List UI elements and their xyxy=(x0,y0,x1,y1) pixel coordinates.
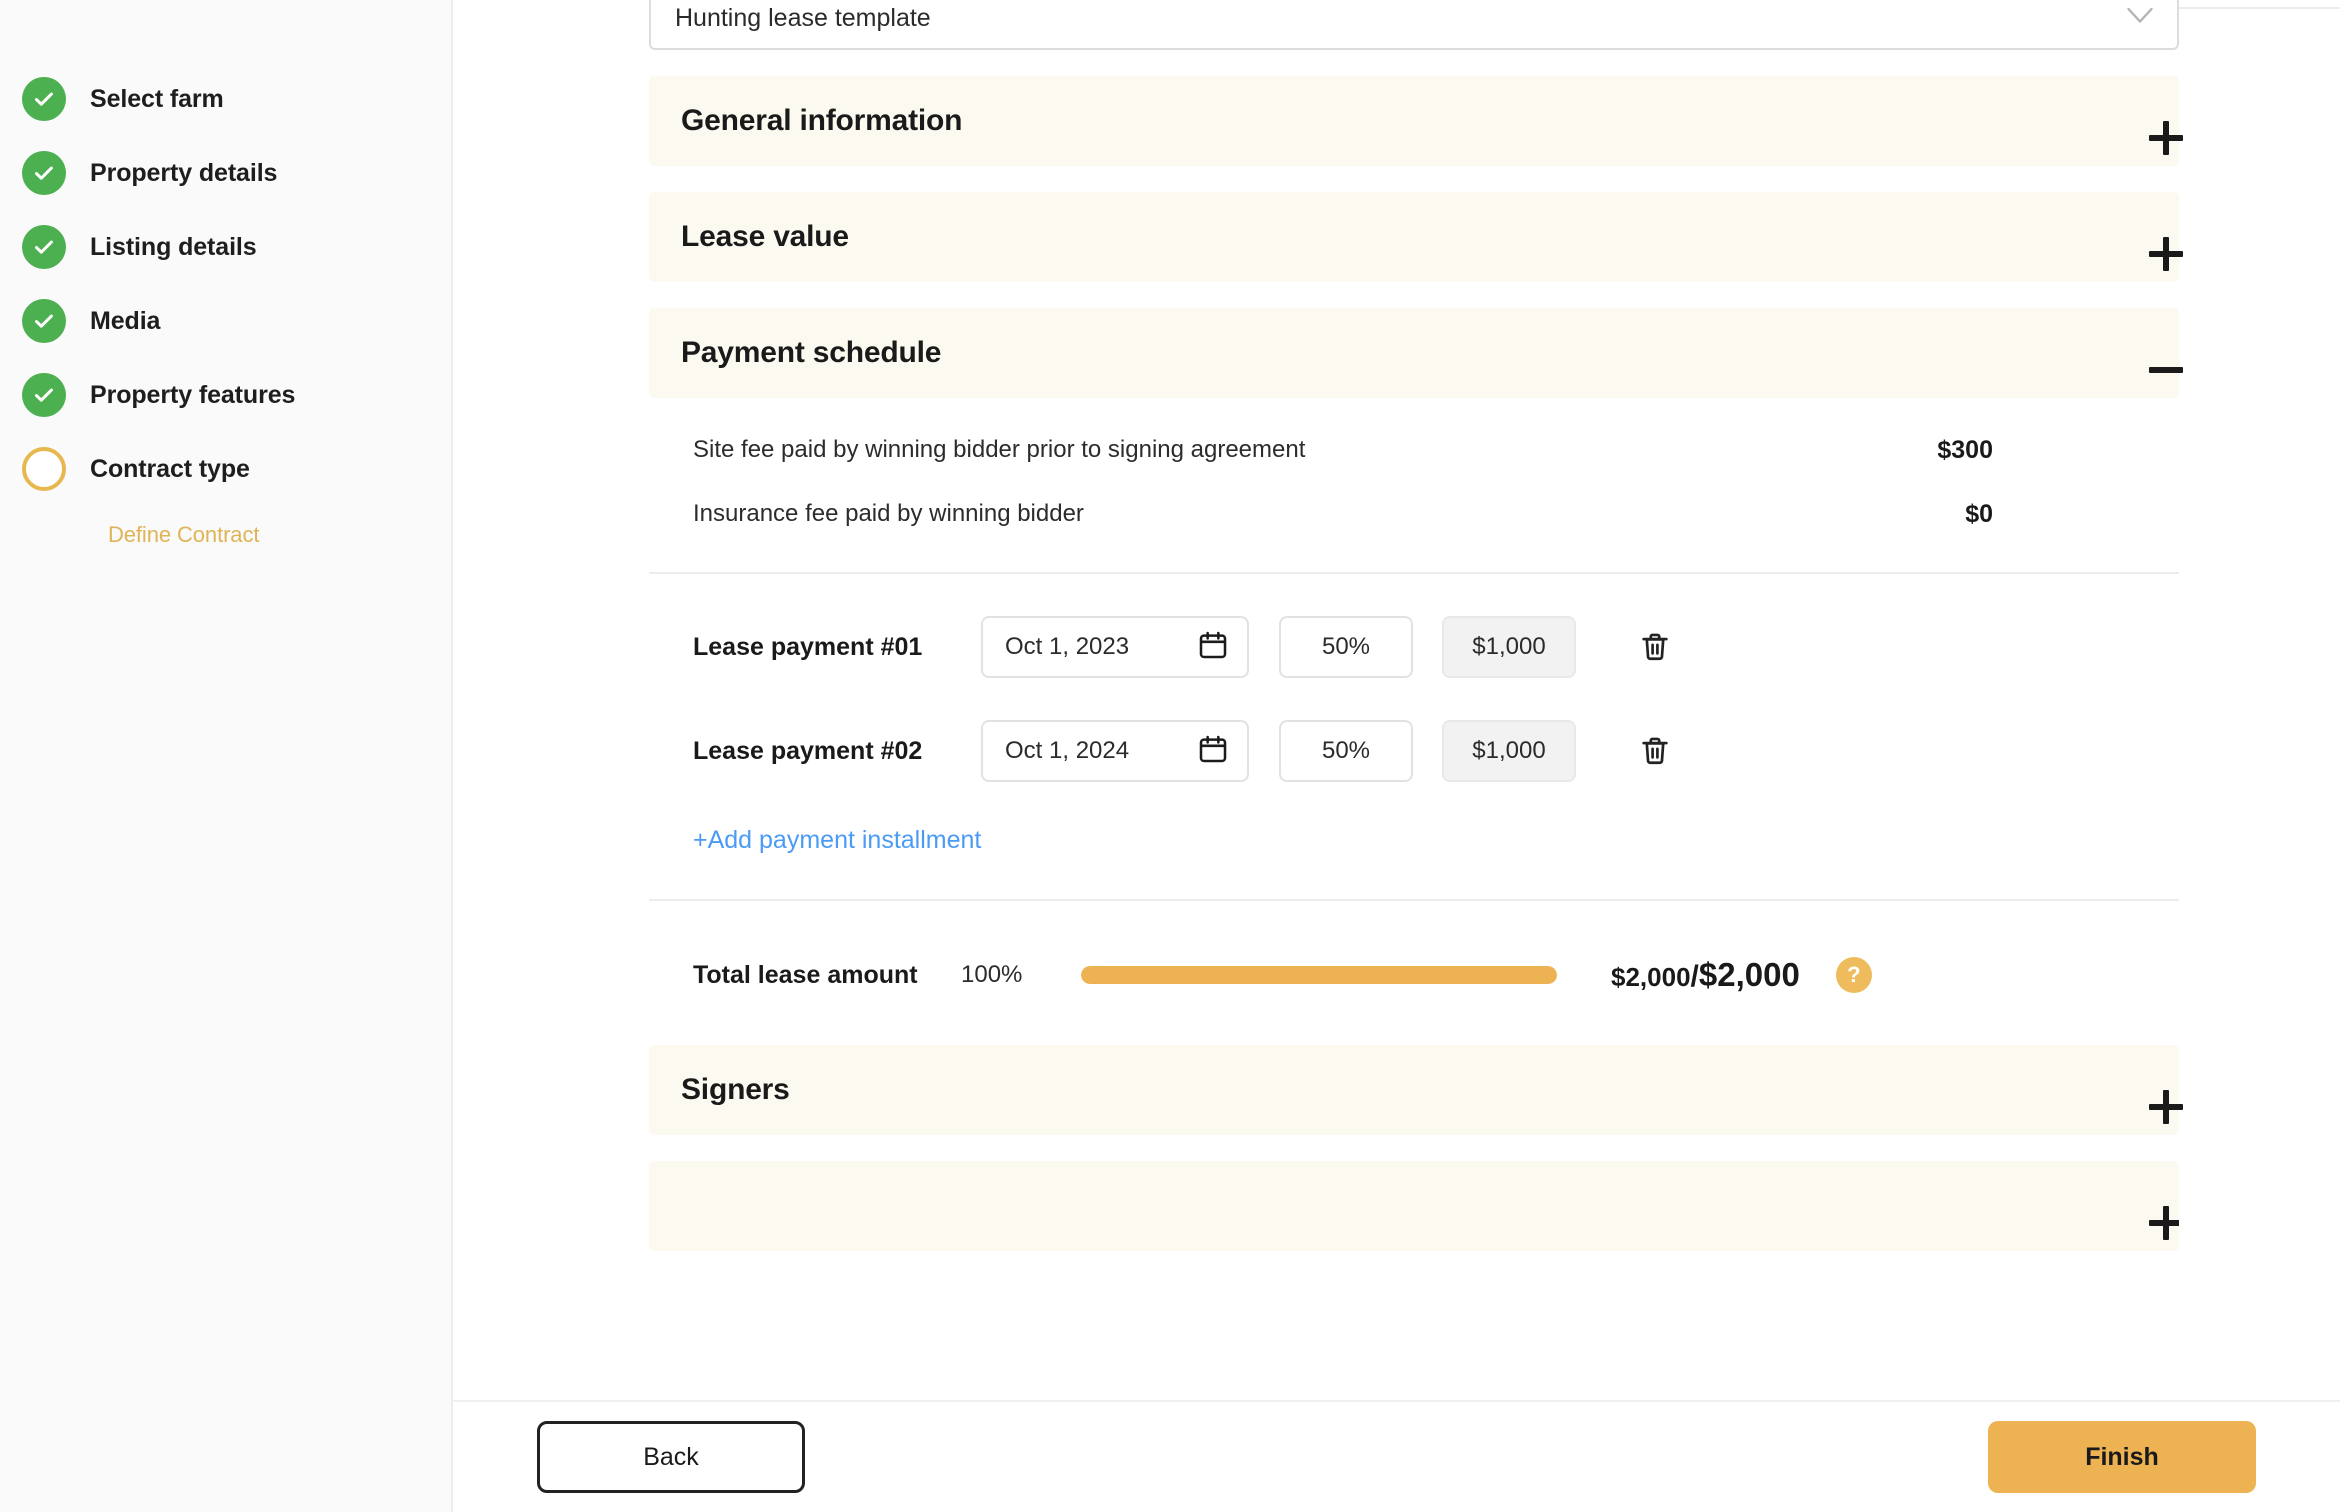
sidebar-item-listing-details[interactable]: Listing details xyxy=(0,210,451,284)
installment-date-value: Oct 1, 2024 xyxy=(1005,737,1130,764)
installment-percent-input[interactable]: 50% xyxy=(1279,720,1413,782)
section-header-payment-schedule[interactable]: Payment schedule xyxy=(649,308,2179,398)
divider xyxy=(649,572,2179,574)
installment-label: Lease payment #02 xyxy=(693,736,923,765)
wizard-steps-sidebar: Select farm Property details Listing det… xyxy=(0,0,453,1512)
fee-row: Insurance fee paid by winning bidder $0 xyxy=(693,482,2179,546)
calendar-icon[interactable] xyxy=(1197,733,1229,770)
section-header-signers[interactable]: Signers xyxy=(649,1045,2179,1135)
sidebar-item-label: Property details xyxy=(90,158,278,187)
total-separator: / xyxy=(1690,960,1699,993)
sidebar-item-contract-type[interactable]: Contract type xyxy=(0,432,451,506)
sidebar-item-label: Select farm xyxy=(90,84,224,113)
sidebar-item-label: Listing details xyxy=(90,232,257,261)
finish-button[interactable]: Finish xyxy=(1988,1421,2256,1493)
sidebar-item-media[interactable]: Media xyxy=(0,284,451,358)
template-select[interactable]: Hunting lease template xyxy=(649,0,2179,50)
total-lease-amount-label: Total lease amount xyxy=(693,960,918,989)
total-paid-value: $2,000 xyxy=(1611,962,1691,992)
contract-form: Hunting lease template General informati… xyxy=(649,0,2179,1251)
installment-percent-value: 50% xyxy=(1321,737,1371,764)
section-header-next-partial[interactable] xyxy=(649,1161,2179,1251)
check-circle-icon xyxy=(22,77,66,121)
payment-schedule-body: Site fee paid by winning bidder prior to… xyxy=(649,418,2179,1011)
template-select-value: Hunting lease template xyxy=(675,3,931,32)
empty-circle-icon xyxy=(22,447,66,491)
fee-row: Site fee paid by winning bidder prior to… xyxy=(693,418,2179,482)
chevron-down-icon xyxy=(2127,7,2153,29)
installment-percent-value: 50% xyxy=(1321,633,1371,660)
divider xyxy=(649,899,2179,901)
sidebar-item-property-features[interactable]: Property features xyxy=(0,358,451,432)
calendar-icon[interactable] xyxy=(1197,629,1229,666)
total-progress-bar xyxy=(1081,966,1557,984)
installment-date-input[interactable]: Oct 1, 2024 xyxy=(981,720,1249,782)
section-title: Payment schedule xyxy=(681,336,942,369)
add-payment-installment-link[interactable]: +Add payment installment xyxy=(693,826,981,855)
trash-icon[interactable] xyxy=(1633,625,1677,669)
installment-amount-input[interactable]: $1,000 xyxy=(1442,616,1576,678)
form-scroll-area[interactable]: Hunting lease template General informati… xyxy=(453,0,2340,1400)
installment-date-value: Oct 1, 2023 xyxy=(1005,633,1130,660)
contract-wizard-page: Select farm Property details Listing det… xyxy=(0,0,2340,1512)
total-percent-value: 100% xyxy=(961,961,1023,988)
back-button[interactable]: Back xyxy=(537,1421,805,1493)
main-content: Hunting lease template General informati… xyxy=(453,0,2340,1512)
check-circle-icon xyxy=(22,299,66,343)
installment-label: Lease payment #01 xyxy=(693,632,923,661)
wizard-footer: Back Finish xyxy=(453,1400,2340,1512)
section-header-lease-value[interactable]: Lease value xyxy=(649,192,2179,282)
installment-percent-input[interactable]: 50% xyxy=(1279,616,1413,678)
installment-date-input[interactable]: Oct 1, 2023 xyxy=(981,616,1249,678)
check-circle-icon xyxy=(22,151,66,195)
help-circle-icon[interactable]: ? xyxy=(1835,957,1872,993)
check-circle-icon xyxy=(22,225,66,269)
trash-icon[interactable] xyxy=(1633,729,1677,773)
section-title: General information xyxy=(681,104,963,137)
installment-amount-value: $1,000 xyxy=(1472,737,1546,764)
total-amount-display: $2,000/$2,000 xyxy=(1611,956,1800,994)
sidebar-item-label: Property features xyxy=(90,380,296,409)
fee-value: $300 xyxy=(1937,435,1993,464)
sidebar-subitem-define-contract[interactable]: Define Contract xyxy=(0,522,451,548)
installment-row: Lease payment #02 Oct 1, 2024 50% $1,000 xyxy=(693,716,2179,786)
fee-value: $0 xyxy=(1965,499,1993,528)
sidebar-item-select-farm[interactable]: Select farm xyxy=(0,62,451,136)
sidebar-subitem-label: Define Contract xyxy=(108,522,260,547)
installment-amount-value: $1,000 xyxy=(1472,633,1546,660)
check-circle-icon xyxy=(22,373,66,417)
fee-label: Site fee paid by winning bidder prior to… xyxy=(693,436,1306,463)
installment-row: Lease payment #01 Oct 1, 2023 50% $1,000 xyxy=(693,612,2179,682)
total-goal-value: $2,000 xyxy=(1698,956,1800,993)
fee-label: Insurance fee paid by winning bidder xyxy=(693,500,1084,527)
sidebar-item-label: Media xyxy=(90,306,161,335)
sidebar-item-label: Contract type xyxy=(90,454,250,483)
section-title: Lease value xyxy=(681,220,849,253)
total-lease-amount-row: Total lease amount 100% $2,000/$2,000 ? xyxy=(693,939,2179,1011)
installment-amount-input[interactable]: $1,000 xyxy=(1442,720,1576,782)
section-header-general-information[interactable]: General information xyxy=(649,76,2179,166)
section-title: Signers xyxy=(681,1073,790,1106)
sidebar-item-property-details[interactable]: Property details xyxy=(0,136,451,210)
